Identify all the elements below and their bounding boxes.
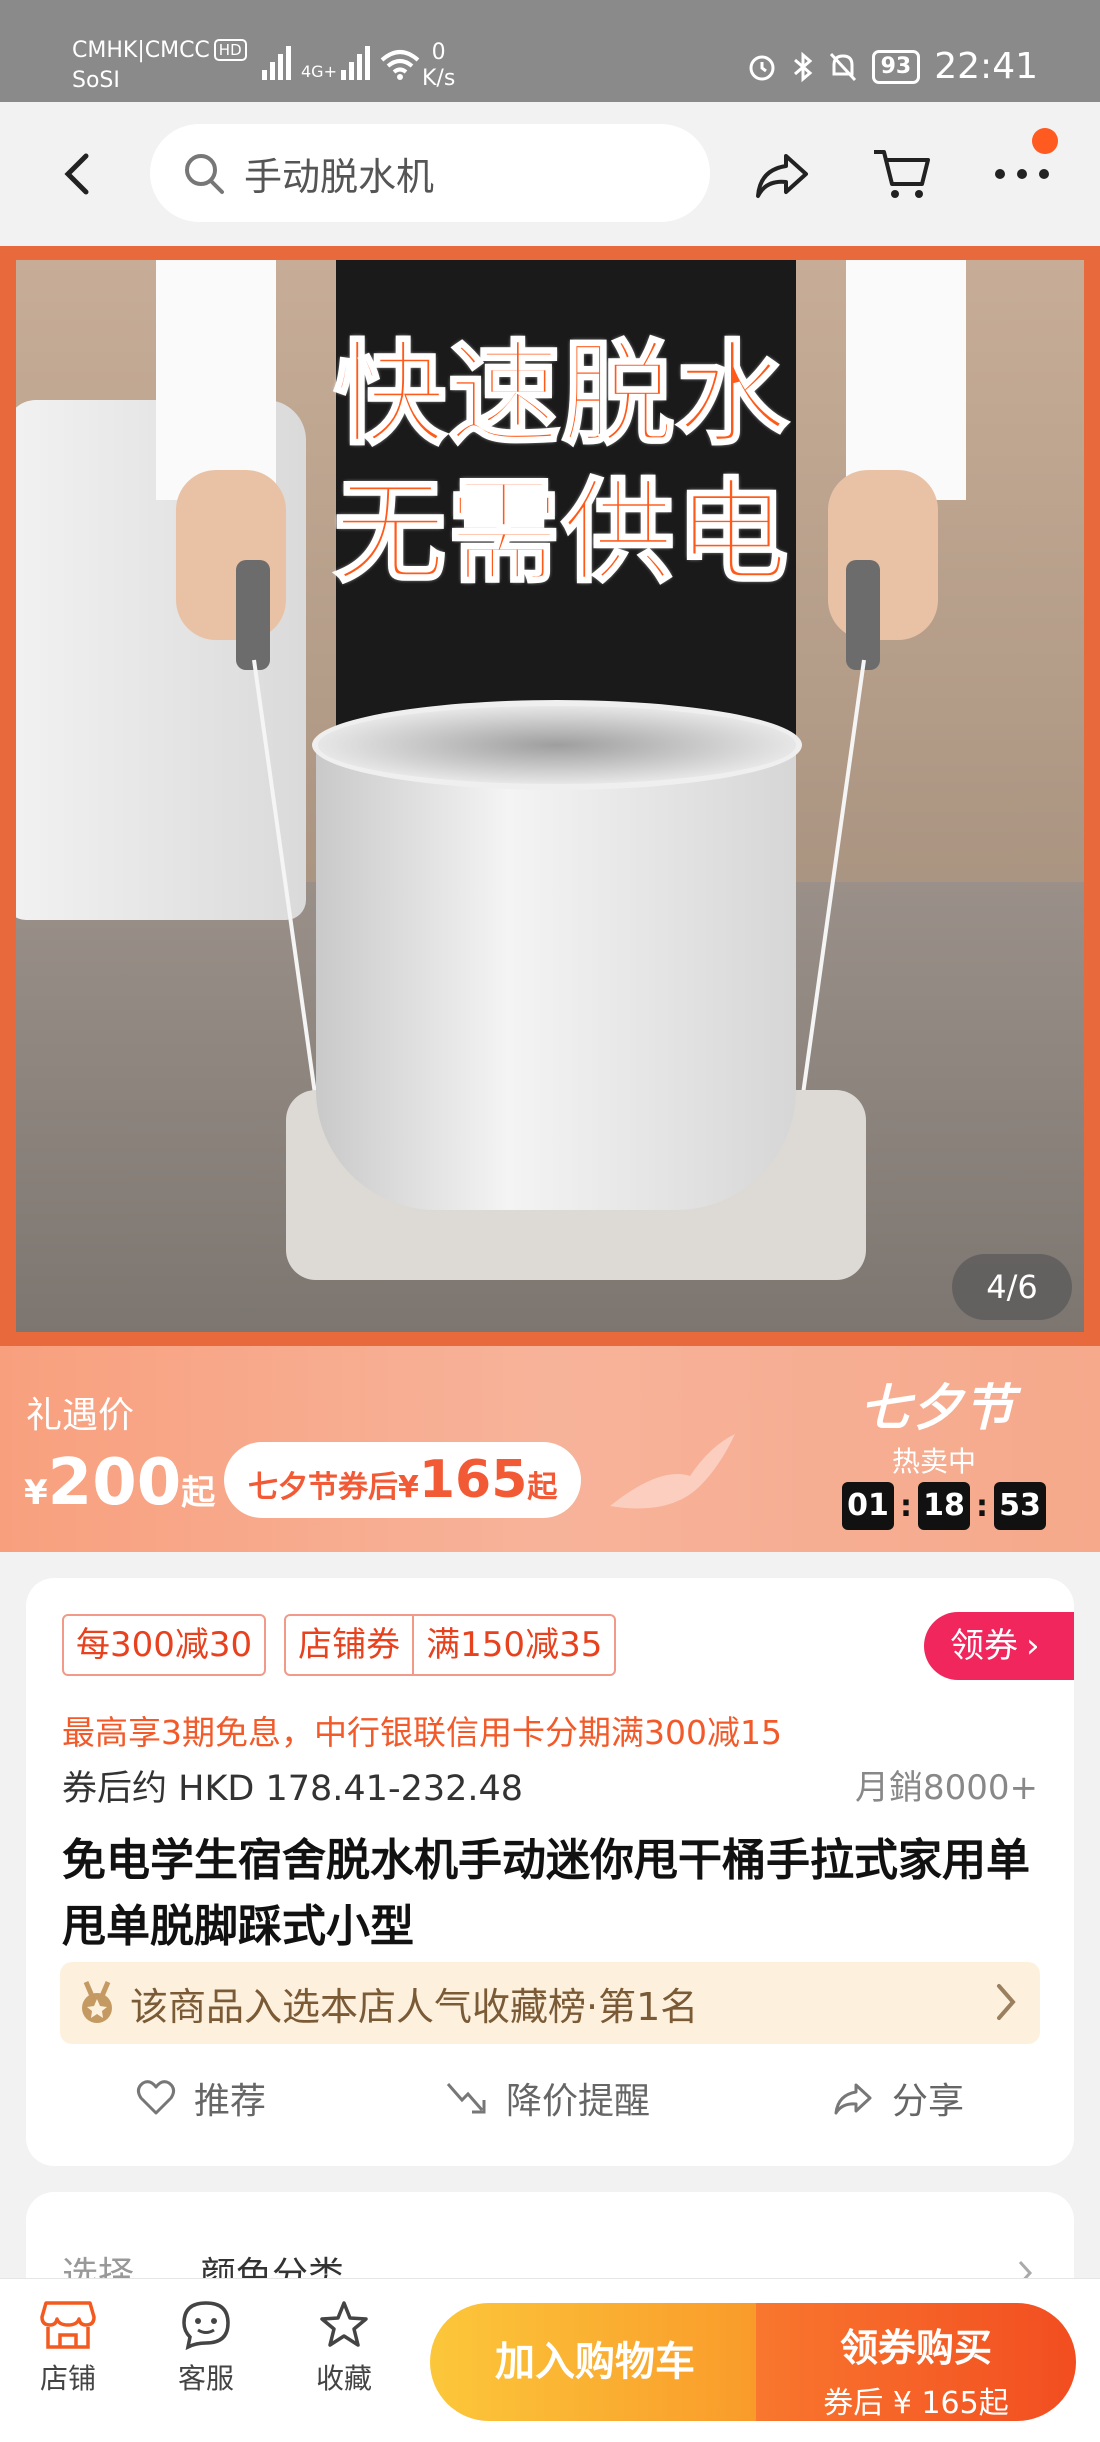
bluetooth-icon bbox=[793, 51, 812, 82]
carrier-name-2: SoSI bbox=[72, 68, 120, 93]
shop-button[interactable]: 店铺 bbox=[18, 2299, 118, 2397]
price-alert-button[interactable]: 降价提醒 bbox=[444, 2072, 650, 2124]
carrier-info: CMHK|CMCC HD SoSI bbox=[72, 36, 247, 96]
chevron-right-icon: › bbox=[1026, 1626, 1040, 1666]
spinner-bucket bbox=[316, 730, 796, 1210]
share-icon[interactable] bbox=[750, 142, 814, 206]
countdown-timer: 01: 18: 53 bbox=[842, 1482, 1046, 1530]
network-type: 4G+ bbox=[301, 46, 370, 80]
claim-coupon-button[interactable]: 领券 › bbox=[924, 1612, 1074, 1680]
customer-service-button[interactable]: 客服 bbox=[156, 2299, 256, 2397]
back-icon[interactable] bbox=[58, 150, 98, 198]
price-drop-icon bbox=[446, 2083, 486, 2114]
notification-dot bbox=[1032, 128, 1058, 154]
share-icon bbox=[834, 2083, 872, 2115]
product-image-carousel[interactable]: 快速脱水 无需供电 4/6 bbox=[0, 246, 1100, 1346]
carrier-name: CMHK|CMCC bbox=[72, 38, 210, 63]
bottom-action-bar: 店铺 客服 收藏 加入购物车 领券购买 券后 ¥ 165起 bbox=[0, 2278, 1100, 2442]
wifi-icon bbox=[380, 50, 420, 80]
coupon-price-pill: 七夕节券后 ¥165 起 bbox=[224, 1442, 582, 1518]
image-pager: 4/6 bbox=[952, 1254, 1072, 1320]
after-coupon-price: 券后约 HKD 178.41-232.48 bbox=[62, 1769, 524, 1809]
signal-bars-icon bbox=[262, 46, 291, 80]
signal-bars-2-icon bbox=[340, 46, 370, 80]
pull-handle bbox=[846, 560, 880, 670]
recommend-button[interactable]: 推荐 bbox=[136, 2072, 266, 2124]
top-nav: 手动脱水机 bbox=[0, 102, 1100, 246]
hd-badge: HD bbox=[213, 39, 247, 61]
search-icon bbox=[185, 154, 224, 194]
store-icon bbox=[40, 2301, 96, 2349]
network-speed: 0 K/s bbox=[422, 40, 456, 91]
star-icon bbox=[320, 2301, 368, 2347]
ranking-banner[interactable]: 该商品入选本店人气收藏榜·第1名 bbox=[60, 1962, 1040, 2044]
status-bar: CMHK|CMCC HD SoSI 4G+ 0 K/s 93 22:41 bbox=[0, 0, 1100, 102]
share-product-button[interactable]: 分享 bbox=[832, 2072, 964, 2124]
buy-with-coupon-button[interactable]: 领券购买 券后 ¥ 165起 bbox=[756, 2303, 1076, 2421]
hot-selling-label: 热卖中 bbox=[892, 1445, 977, 1478]
heart-icon bbox=[136, 2080, 176, 2115]
magpie-decoration-icon bbox=[610, 1434, 735, 1509]
price-value: ¥200起 bbox=[24, 1446, 216, 1520]
battery-indicator: 93 bbox=[871, 49, 921, 84]
installment-offer[interactable]: 最高享3期免息，中行银联信用卡分期满300减15 bbox=[62, 1706, 782, 1754]
product-actions: 推荐 降价提醒 分享 bbox=[26, 2072, 1074, 2142]
product-info-card: 每300减30 店铺券 满150减35 领券 › 最高享3期免息，中行银联信用卡分… bbox=[26, 1578, 1074, 2166]
festival-logo: 七夕节 bbox=[860, 1379, 1016, 1437]
add-to-cart-button[interactable]: 加入购物车 bbox=[430, 2303, 760, 2421]
product-title: 免电学生宿舍脱水机手动迷你甩干桶手拉式家用单甩单脱脚踩式小型 bbox=[62, 1835, 1030, 1952]
search-query: 手动脱水机 bbox=[244, 154, 435, 199]
mute-bell-icon bbox=[829, 52, 856, 81]
favorite-button[interactable]: 收藏 bbox=[294, 2299, 394, 2397]
alarm-icon bbox=[749, 55, 775, 80]
hero-headline: 快速脱水 无需供电 bbox=[333, 329, 790, 600]
medal-icon bbox=[82, 1981, 112, 2023]
chevron-right-icon bbox=[997, 1984, 1016, 2020]
price-banner: 礼遇价 ¥200起 七夕节券后 ¥165 起 七夕节 热卖中 01: 18: 53 bbox=[0, 1346, 1100, 1552]
spinner-lid bbox=[312, 700, 802, 790]
price-label: 礼遇价 bbox=[26, 1395, 135, 1436]
monthly-sales: 月銷8000+ bbox=[854, 1768, 1038, 1808]
clock: 22:41 bbox=[934, 46, 1038, 87]
promo-tags: 每300减30 店铺券 满150减35 bbox=[62, 1614, 617, 1676]
signal-icons: 4G+ bbox=[262, 46, 420, 80]
chat-face-icon bbox=[182, 2301, 230, 2351]
search-input[interactable]: 手动脱水机 bbox=[150, 124, 710, 222]
ranking-text: 该商品入选本店人气收藏榜·第1名 bbox=[130, 1984, 699, 2029]
shop-coupon-tag[interactable]: 店铺券 满150减35 bbox=[284, 1614, 617, 1676]
cart-icon[interactable] bbox=[870, 142, 934, 206]
promo-tag[interactable]: 每300减30 bbox=[62, 1614, 267, 1676]
pull-handle bbox=[236, 560, 270, 670]
status-right: 93 22:41 bbox=[746, 46, 1038, 87]
